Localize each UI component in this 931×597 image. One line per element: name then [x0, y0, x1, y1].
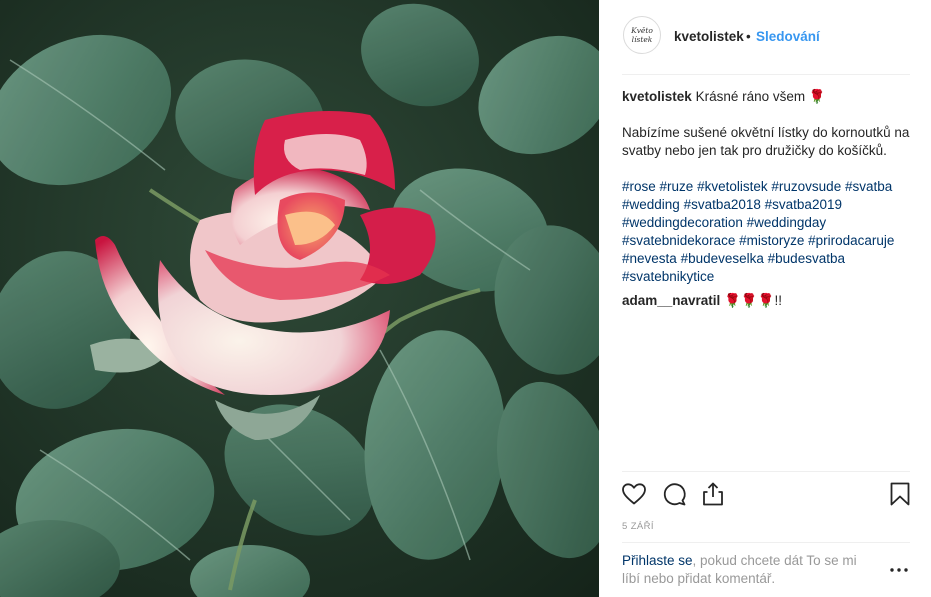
post-side-panel: Květo lístek kvetolistek • Sledování kve…: [599, 0, 931, 597]
hashtag-link[interactable]: #mistoryze: [739, 233, 804, 248]
hashtag-link[interactable]: #rose: [622, 179, 656, 194]
avatar-text-line1: Květo: [631, 26, 653, 35]
avatar-text-line2: lístek: [631, 35, 653, 44]
heart-icon: [622, 483, 646, 505]
hashtag-link[interactable]: #nevesta: [622, 251, 677, 266]
caption-username-link[interactable]: kvetolistek: [622, 89, 692, 104]
avatar[interactable]: Květo lístek: [623, 16, 661, 54]
hashtag-link[interactable]: #ruze: [660, 179, 694, 194]
login-divider: [622, 542, 910, 543]
header-divider: [622, 74, 910, 75]
more-options-button[interactable]: [889, 561, 909, 579]
hashtag-list: #rose #ruze #kvetolistek #ruzovsude #sva…: [622, 178, 914, 286]
instagram-post: Květo lístek kvetolistek • Sledování kve…: [0, 0, 931, 597]
actions-divider: [622, 471, 910, 472]
login-link[interactable]: Přihlaste se: [622, 553, 693, 568]
hashtag-link[interactable]: #budesvatba: [768, 251, 845, 266]
header-separator: •: [746, 29, 751, 44]
caption-body: Nabízíme sušené okvětní lístky do kornou…: [622, 125, 910, 158]
hashtag-link[interactable]: #svatebnikytice: [622, 269, 714, 284]
hashtag-link[interactable]: #budeveselka: [681, 251, 764, 266]
speech-bubble-icon: [663, 483, 686, 506]
hashtag-link[interactable]: #prirodacaruje: [808, 233, 894, 248]
bookmark-icon: [890, 482, 910, 506]
hashtag-link[interactable]: #kvetolistek: [697, 179, 768, 194]
post-photo[interactable]: [0, 0, 599, 597]
hashtag-link[interactable]: #weddingdecoration: [622, 215, 743, 230]
comment-username-link[interactable]: adam__navratil: [622, 293, 720, 308]
hashtag-link[interactable]: #svatebnidekorace: [622, 233, 735, 248]
post-header: Květo lístek kvetolistek • Sledování: [599, 0, 931, 74]
caption-text: Krásné ráno všem 🌹: [695, 89, 826, 104]
hashtag-link[interactable]: #svatba: [845, 179, 892, 194]
comments-section: kvetolistek Krásné ráno všem 🌹 Nabízíme …: [622, 88, 914, 310]
rose-photo-illustration: [0, 0, 599, 597]
header-username-link[interactable]: kvetolistek: [674, 29, 744, 44]
hashtag-link[interactable]: #ruzovsude: [771, 179, 841, 194]
ellipsis-icon: [890, 568, 908, 572]
hashtag-link[interactable]: #svatba2019: [765, 197, 842, 212]
comment-text: 🌹🌹🌹!!: [724, 293, 783, 308]
post-date[interactable]: 5 ZÁŘÍ: [622, 521, 654, 532]
comment-item: adam__navratil 🌹🌹🌹!!: [622, 292, 914, 310]
comment-button[interactable]: [660, 480, 688, 508]
share-icon: [703, 482, 723, 506]
caption-line: kvetolistek Krásné ráno všem 🌹: [622, 88, 914, 106]
hashtag-link[interactable]: #svatba2018: [684, 197, 761, 212]
save-button[interactable]: [886, 480, 914, 508]
share-button[interactable]: [699, 480, 727, 508]
hashtag-link[interactable]: #wedding: [622, 197, 680, 212]
hashtag-link[interactable]: #weddingday: [747, 215, 827, 230]
like-button[interactable]: [620, 480, 648, 508]
login-prompt: Přihlaste se, pokud chcete dát To se mi …: [622, 552, 872, 588]
follow-button[interactable]: Sledování: [756, 29, 820, 44]
